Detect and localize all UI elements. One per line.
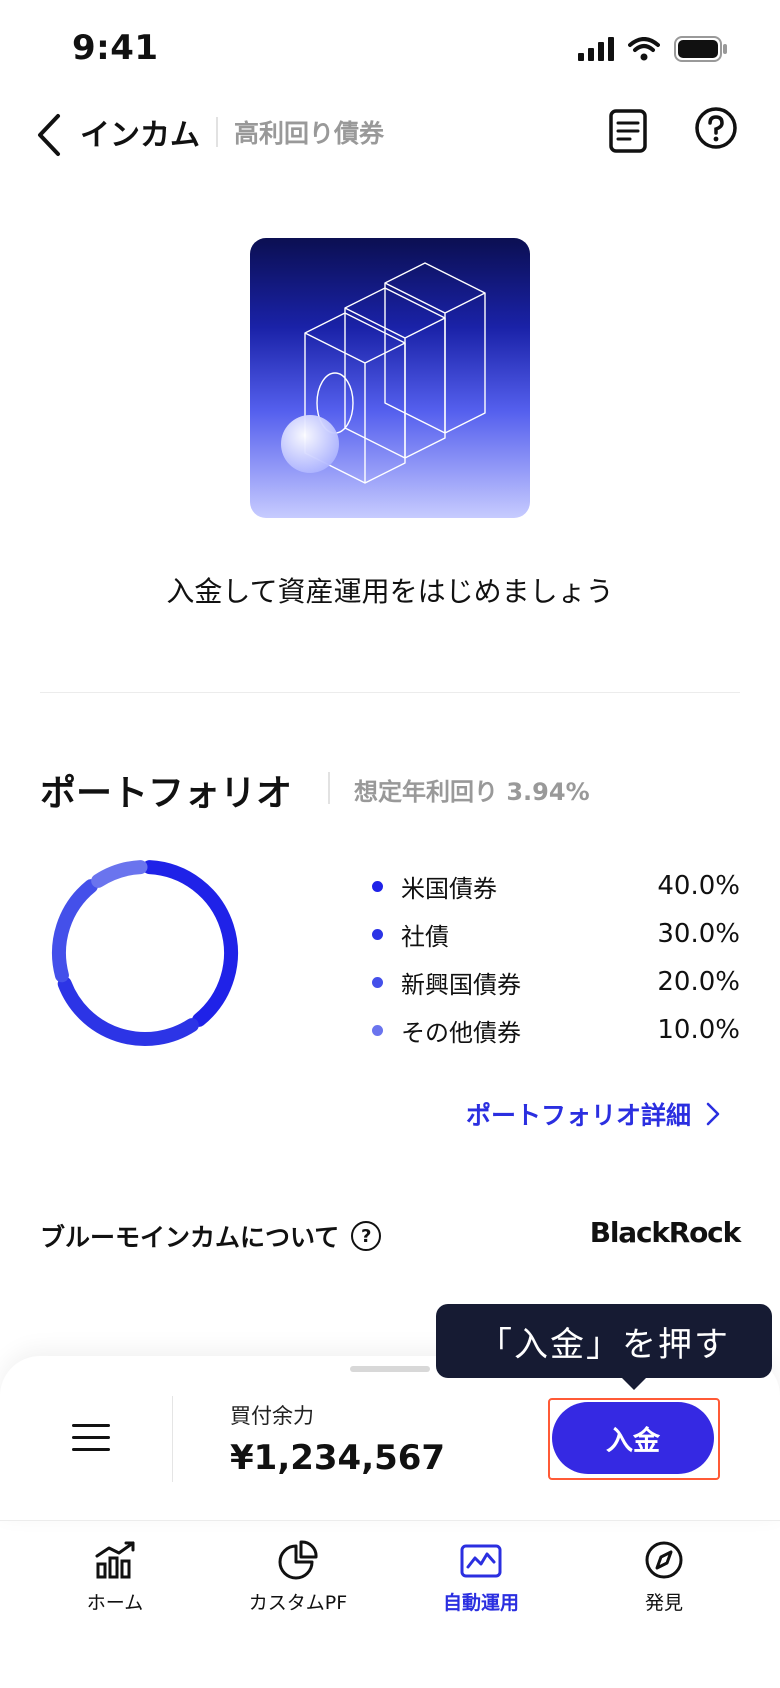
portfolio-title: ポートフォリオ [40,773,293,814]
legend-row-us-bonds: 米国債券 40.0% [372,862,740,910]
tab-label: ホーム [86,1592,144,1614]
buying-power-label: 買付余力 [230,1404,314,1428]
legend-value: 40.0% [657,871,740,901]
tab-label: 自動運用 [442,1592,519,1614]
legend-label: 米国債券 [401,874,497,903]
menu-icon[interactable] [72,1424,110,1452]
about-link[interactable]: ブルーモインカムについて ? [40,1218,382,1254]
legend-dot [372,928,383,940]
section-divider [40,692,740,693]
tab-custom-pf[interactable]: カスタムPF [218,1540,378,1615]
sheet-divider [172,1396,173,1482]
donut-segment-4 [91,860,148,888]
legend-row-other-bonds: その他債券 10.0% [372,1006,740,1054]
legend-value: 30.0% [657,919,740,949]
battery-icon [674,36,727,62]
brand-logo: BlackRock [589,1216,741,1249]
portfolio-divider [328,772,330,804]
legend-row-corporate-bonds: 社債 30.0% [372,910,740,958]
buying-power-value: ¥1,234,567 [230,1438,446,1478]
about-label: ブルーモインカムについて [40,1223,340,1252]
pie-chart-icon [278,1540,318,1580]
portfolio-detail-label: ポートフォリオ詳細 [466,1101,692,1130]
status-time: 9:41 [72,28,159,68]
page-subtitle: 高利回り債券 [234,119,385,148]
expected-yield: 想定年利回り 3.94% [354,778,590,806]
line-chart-icon [460,1544,502,1578]
allocation-legend: 米国債券 40.0% 社債 30.0% 新興国債券 20.0% その他債券 10… [372,862,740,1054]
help-icon[interactable] [694,106,738,150]
legend-dot [372,1024,383,1036]
wifi-icon [628,37,660,61]
legend-dot [372,880,383,892]
chevron-right-icon [706,1102,720,1126]
deposit-button[interactable]: 入金 [552,1402,714,1474]
legend-label: その他債券 [401,1018,521,1047]
tooltip: 「入金」を押す [436,1304,772,1378]
sheet-handle[interactable] [350,1366,430,1372]
legend-label: 社債 [401,922,449,951]
legend-dot [372,976,383,988]
page-title: インカム [80,118,200,153]
tooltip-arrow [620,1376,648,1390]
legend-label: 新興国債券 [401,970,521,999]
donut-segment-1 [142,860,238,1027]
donut-segment-2 [57,976,199,1046]
signal-icon [578,37,614,61]
allocation-donut-chart [52,860,238,1046]
document-icon[interactable] [606,108,650,154]
tab-label: 発見 [644,1592,683,1614]
portfolio-detail-link[interactable]: ポートフォリオ詳細 [466,1096,721,1132]
tabbar-divider [0,1520,780,1521]
tab-discover[interactable]: 発見 [584,1540,744,1615]
status-icons [578,34,728,64]
compass-icon [645,1541,683,1579]
donut-segment-3 [52,879,98,983]
legend-value: 10.0% [657,1015,740,1045]
legend-row-emerging-bonds: 新興国債券 20.0% [372,958,740,1006]
tab-auto-invest[interactable]: 自動運用 [401,1540,561,1615]
tab-home[interactable]: ホーム [35,1540,195,1615]
back-icon[interactable] [30,110,70,160]
hero-message: 入金して資産運用をはじめましょう [166,575,614,608]
legend-value: 20.0% [657,967,740,997]
help-small-icon[interactable]: ? [351,1221,382,1251]
tab-label: カスタムPF [248,1592,348,1614]
header-divider [216,117,218,147]
hero-illustration [250,238,530,518]
bar-chart-icon [95,1541,135,1579]
